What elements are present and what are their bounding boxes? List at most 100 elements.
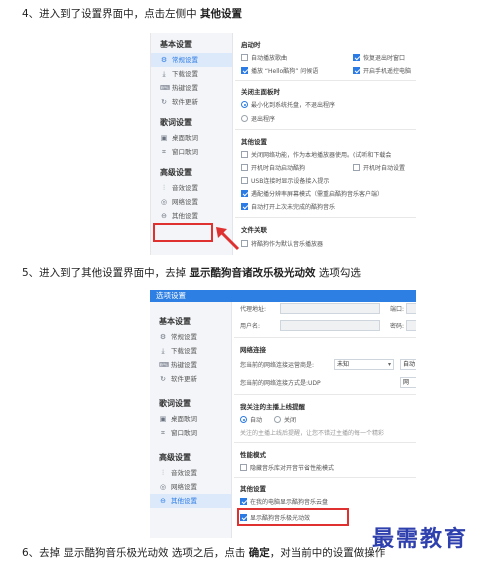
settings-screenshot-2: 选项设置 基本设置 ⚙ 常规设置 ⤓ 下载设置 ⌨ 热键设置 ↻ 软件更新 歌词设置 ▣… xyxy=(150,290,416,538)
red-arrow-icon xyxy=(216,227,240,251)
sidebar-item-other[interactable]: ⊖ 其他设置 xyxy=(150,494,231,508)
sidebar-head-basic: 基本设置 xyxy=(160,40,192,49)
checkbox[interactable] xyxy=(241,151,248,158)
minimize-tray-radio[interactable]: 最小化到系统托盘，不退出程序 xyxy=(241,100,335,109)
highlight-box xyxy=(153,223,213,242)
sidebar-item-desktop-lyrics[interactable]: ▣ 桌面歌词 xyxy=(150,412,231,426)
network-icon: ◎ xyxy=(159,483,167,491)
settings-sidebar: 基本设置 ⚙ 常规设置 ⤓ 下载设置 ⌨ 热键设置 ↻ 软件更新 歌词设置 ▣ 桌面歌词 … xyxy=(151,33,233,255)
sidebar-item-network[interactable]: ◎ 网络设置 xyxy=(150,480,231,494)
sidebar-item-hotkey[interactable]: ⌨ 热键设置 xyxy=(151,81,232,95)
follow-auto-radio[interactable]: 自动 xyxy=(240,415,262,424)
autostart-option[interactable]: 开机时自动启动酷狗 xyxy=(241,163,305,172)
divider xyxy=(235,80,416,81)
proxy-address-input[interactable] xyxy=(280,303,380,314)
net-conn-title: 网络连接 xyxy=(240,346,266,354)
restore-window-option[interactable]: 恢复退出时窗口 xyxy=(353,53,405,62)
autoplay-option[interactable]: 自动播放歌曲 xyxy=(241,53,287,62)
sidebar-item-download[interactable]: ⤓ 下载设置 xyxy=(150,344,231,358)
checkbox[interactable] xyxy=(241,54,248,61)
sidebar-item-sound[interactable]: ⫶ 音效设置 xyxy=(150,466,231,480)
minus-circle-icon: ⊖ xyxy=(161,212,167,220)
checkbox[interactable] xyxy=(241,240,248,247)
checkbox[interactable] xyxy=(241,164,248,171)
sidebar-item-update[interactable]: ↻ 软件更新 xyxy=(150,372,231,386)
radio-selected[interactable] xyxy=(240,416,247,423)
checkbox[interactable] xyxy=(353,164,360,171)
sidebar-item-general[interactable]: ⚙ 常规设置 xyxy=(150,330,231,344)
sidebar-item-window-lyrics[interactable]: ⌗ 窗口歌词 xyxy=(150,426,231,440)
net-env-select[interactable]: 未知 xyxy=(334,359,394,370)
sidebar-head-advanced: 高级设置 xyxy=(160,168,192,177)
resume-music-option[interactable]: 自动打开上次未完成的酷狗音乐 xyxy=(241,202,335,211)
proxy-address-label: 代理地址: xyxy=(240,306,267,313)
username-input[interactable] xyxy=(280,320,380,331)
gear-icon: ⚙ xyxy=(159,333,167,341)
auto-button[interactable]: 自动 xyxy=(400,359,416,370)
divider xyxy=(235,217,416,218)
sidebar-item-window-lyrics[interactable]: ⌗ 窗口歌词 xyxy=(151,145,232,159)
sidebar-item-download[interactable]: ⤓ 下载设置 xyxy=(151,67,232,81)
sidebar-item-network[interactable]: ◎ 网络设置 xyxy=(151,195,232,209)
username-label: 用户名: xyxy=(240,323,261,330)
hidpi-option[interactable]: 遇配播分辨率屏幕模式（需重启酷狗音乐客户端） xyxy=(241,189,383,198)
minus-circle-icon: ⊖ xyxy=(160,497,166,505)
settings-content: 代理地址: 端口: 用户名: 密码: 网络连接 您当前的网络连接运营商是: 未知… xyxy=(234,302,416,538)
close-panel-title: 关闭主面板时 xyxy=(241,88,280,96)
follow-title: 我关注的主播上线提醒 xyxy=(240,403,305,411)
password-input[interactable] xyxy=(406,320,416,331)
port-input[interactable] xyxy=(406,303,416,314)
divider xyxy=(234,477,416,478)
download-icon: ⤓ xyxy=(161,347,165,355)
follow-off-radio[interactable]: 关闭 xyxy=(274,415,296,424)
radio[interactable] xyxy=(241,115,248,122)
checkbox-checked[interactable] xyxy=(353,54,360,61)
window-lyrics-icon: ⌗ xyxy=(162,148,166,156)
hello-greeting-option[interactable]: 播放 “Hello酷狗” 问候语 xyxy=(241,66,318,75)
sidebar-item-hotkey[interactable]: ⌨ 热键设置 xyxy=(150,358,231,372)
startup-title: 启动时 xyxy=(241,41,261,49)
step-5-text: 5、进入到了其他设置界面中，去掉 显示酷狗音诸改乐极光动效 选项勾选 xyxy=(22,267,361,279)
download-icon: ⤓ xyxy=(162,70,166,78)
offline-mode-option[interactable]: 关闭网络功能，作为本地播放器使用。(试听和下载会 xyxy=(241,150,391,159)
other-settings-title: 其他设置 xyxy=(241,138,267,146)
step-4-text: 4、进入到了设置界面中，点击左侧中 其他设置 xyxy=(22,6,242,21)
checkbox-checked[interactable] xyxy=(241,67,248,74)
follow-description: 关注的主播上线后提醒，让您不错过主播的每一个精彩 xyxy=(240,430,385,437)
checkbox-checked[interactable] xyxy=(240,498,247,505)
usb-prompt-option[interactable]: USB连接时显示设备接入提示 xyxy=(241,176,329,185)
checkbox[interactable] xyxy=(240,464,247,471)
settings-screenshot-1: 基本设置 ⚙ 常规设置 ⤓ 下载设置 ⌨ 热键设置 ↻ 软件更新 歌词设置 ▣ 桌面歌词 … xyxy=(150,33,416,255)
checkbox-checked[interactable] xyxy=(241,203,248,210)
equalizer-icon: ⫶ xyxy=(162,469,164,477)
cloud-disk-option[interactable]: 在我的电脑显示酷狗音乐云盘 xyxy=(240,497,328,506)
checkbox[interactable] xyxy=(241,177,248,184)
sidebar-item-other[interactable]: ⊖ 其他设置 xyxy=(151,209,232,223)
step-6-text: 6、去掉 显示酷狗音乐极光动效 选项之后，点击 确定，对当前中的设置做操作 xyxy=(22,547,386,559)
radio-selected[interactable] xyxy=(241,101,248,108)
sidebar-head-basic: 基本设置 xyxy=(159,317,191,326)
default-player-option[interactable]: 将酷狗作为默认音乐播放器 xyxy=(241,239,323,248)
phone-remote-option[interactable]: 开启手机遥控电脑 xyxy=(353,66,411,75)
step-4-prefix: 4、进入到了设置界面中，点击左侧中 xyxy=(22,8,201,20)
checkbox-checked[interactable] xyxy=(241,190,248,197)
exit-program-radio[interactable]: 退出程序 xyxy=(241,114,275,123)
sidebar-head-lyrics: 歌词设置 xyxy=(160,118,192,127)
radio[interactable] xyxy=(274,416,281,423)
keyboard-icon: ⌨ xyxy=(160,84,171,92)
net-env-label: 您当前的网络连接运营商是: xyxy=(240,362,315,369)
sidebar-item-sound[interactable]: ⫶ 音效设置 xyxy=(151,181,232,195)
sidebar-item-desktop-lyrics[interactable]: ▣ 桌面歌词 xyxy=(151,131,232,145)
checkbox-checked[interactable] xyxy=(353,67,360,74)
net-type-button[interactable]: 网 xyxy=(400,377,416,388)
divider xyxy=(234,337,416,338)
sidebar-item-update[interactable]: ↻ 软件更新 xyxy=(151,95,232,109)
equalizer-icon: ⫶ xyxy=(163,184,165,192)
sidebar-item-general[interactable]: ⚙ 常规设置 xyxy=(151,53,232,67)
network-icon: ◎ xyxy=(160,198,168,206)
perf-option[interactable]: 隐藏音乐库对开音节省性能模式 xyxy=(240,463,334,472)
sidebar-head-advanced: 高级设置 xyxy=(159,453,191,462)
window-lyrics-icon: ⌗ xyxy=(161,429,165,437)
settings-sidebar: 基本设置 ⚙ 常规设置 ⤓ 下载设置 ⌨ 热键设置 ↻ 软件更新 歌词设置 ▣ 桌面歌词 … xyxy=(150,302,232,538)
autostart-setting-option[interactable]: 开机时自动设置 xyxy=(353,163,405,172)
